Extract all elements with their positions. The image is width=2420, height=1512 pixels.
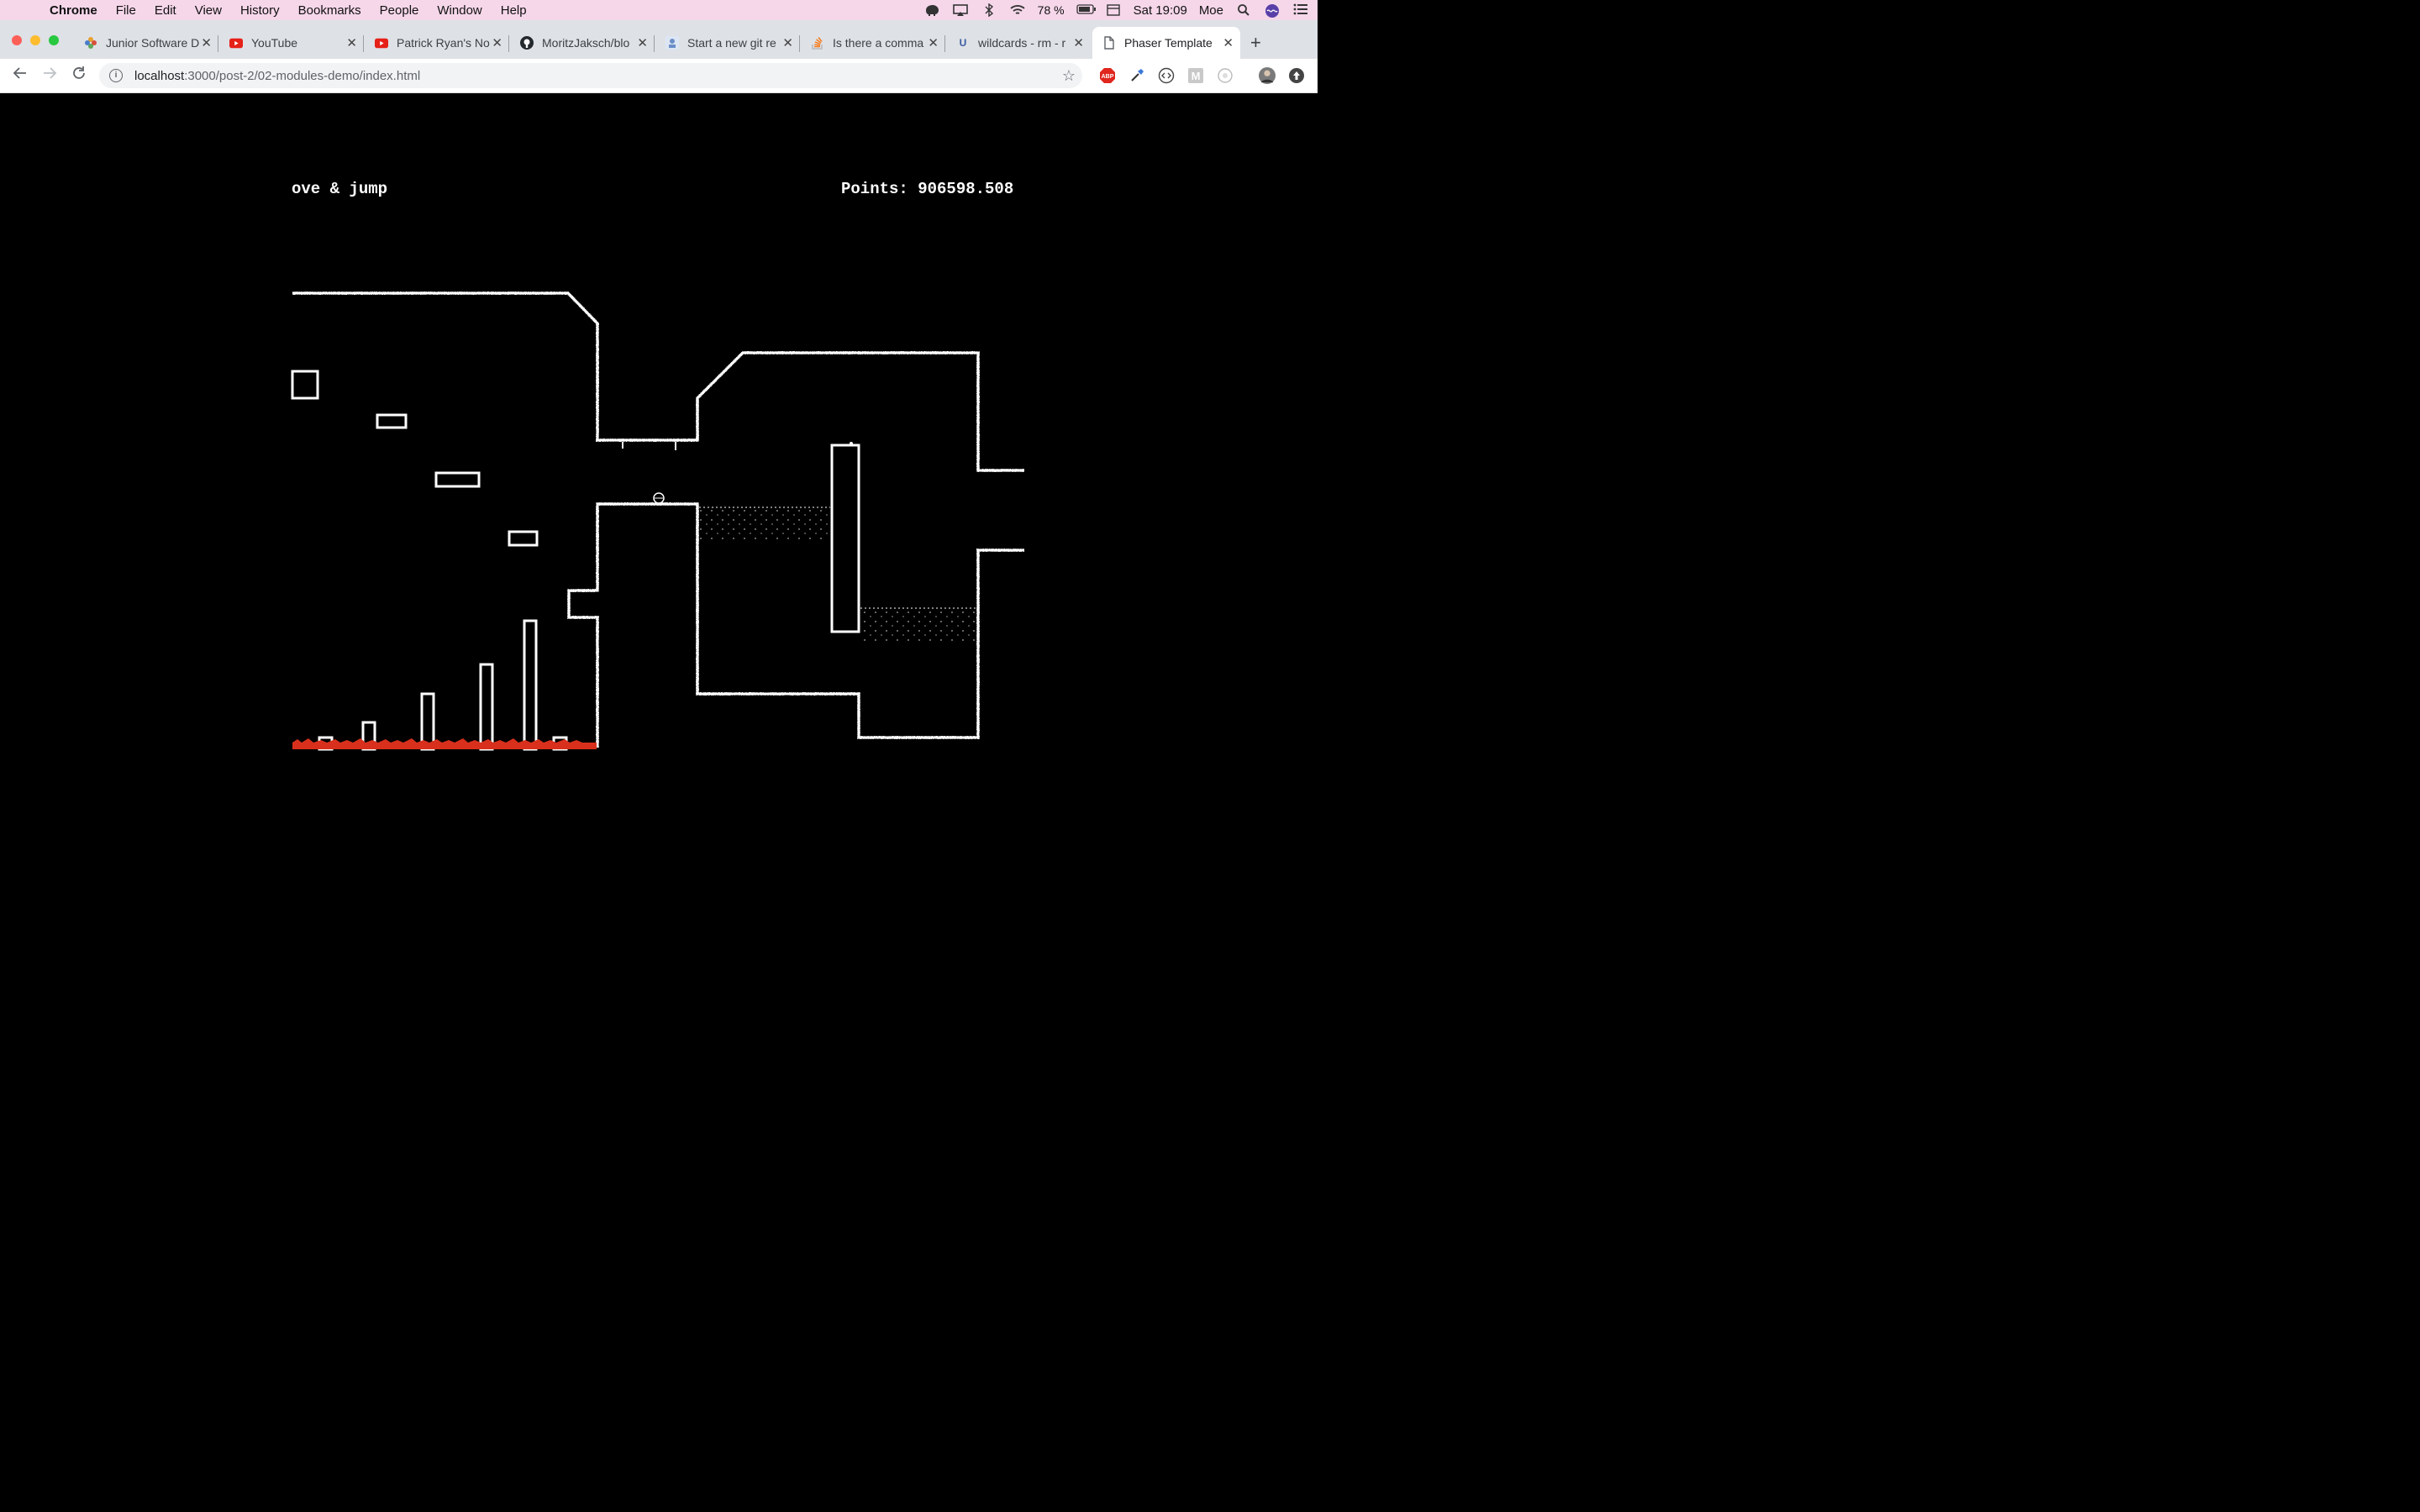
tab-title: Is there a comma xyxy=(833,36,924,50)
ceiling-drips xyxy=(622,442,853,450)
address-bar[interactable]: i localhost:3000/post-2/02-modules-demo/… xyxy=(99,63,1082,88)
stackoverflow-icon xyxy=(811,36,824,50)
menu-history[interactable]: History xyxy=(240,3,280,18)
window-minimize-button[interactable] xyxy=(30,35,40,45)
address-url[interactable]: localhost:3000/post-2/02-modules-demo/in… xyxy=(134,69,420,83)
points-counter: Points: 906598.508 xyxy=(841,180,1014,198)
youtube-icon xyxy=(375,36,388,50)
instructions-text: ove & jump xyxy=(292,180,388,198)
battery-percentage: 78 % xyxy=(1037,3,1065,17)
svg-text:ABP: ABP xyxy=(1102,74,1114,80)
tab-close-icon[interactable]: ✕ xyxy=(928,35,939,50)
github-icon xyxy=(520,36,534,50)
back-icon[interactable] xyxy=(10,66,30,85)
eyedropper-icon[interactable] xyxy=(1128,67,1145,84)
adblock-plus-icon[interactable]: ABP xyxy=(1099,67,1116,84)
tab-title: MoritzJaksch/blo xyxy=(542,36,630,50)
tab-close-icon[interactable]: ✕ xyxy=(201,35,212,50)
menu-app-chrome[interactable]: Chrome xyxy=(50,3,97,18)
browser-tab[interactable]: U wildcards - rm - r ✕ xyxy=(946,27,1091,59)
menu-help[interactable]: Help xyxy=(501,3,527,18)
window-zoom-button[interactable] xyxy=(49,35,59,45)
profile-avatar[interactable] xyxy=(1259,67,1276,84)
macos-menu-bar: Chrome File Edit View History Bookmarks … xyxy=(0,0,1318,20)
lava-floor xyxy=(292,738,597,749)
bluetooth-icon[interactable] xyxy=(981,3,997,18)
menu-people[interactable]: People xyxy=(380,3,419,18)
ghost-icon[interactable] xyxy=(1217,67,1234,84)
wifi-icon[interactable] xyxy=(1009,3,1026,17)
tab-title: Phaser Template xyxy=(1124,36,1213,50)
tab-title: YouTube xyxy=(251,36,298,50)
tab-close-icon[interactable]: ✕ xyxy=(1073,35,1084,50)
tab-title: Start a new git re xyxy=(687,36,776,50)
level-walls xyxy=(291,291,1024,751)
update-icon[interactable] xyxy=(1288,67,1305,84)
menu-view[interactable]: View xyxy=(195,3,222,18)
page-icon xyxy=(1102,36,1116,50)
tab-title: Junior Software D xyxy=(106,36,200,50)
forward-icon[interactable] xyxy=(39,66,60,85)
menubar-clock[interactable]: Sat 19:09 xyxy=(1134,3,1187,18)
game-level xyxy=(291,291,1024,751)
calendar-icon[interactable] xyxy=(1105,3,1122,17)
new-tab-button[interactable]: + xyxy=(1250,32,1261,54)
blog-icon xyxy=(666,36,679,50)
tab-close-icon[interactable]: ✕ xyxy=(1223,35,1234,50)
spotlight-search-icon[interactable] xyxy=(1235,3,1252,17)
browser-tab[interactable]: Start a new git re ✕ xyxy=(655,27,800,59)
battery-icon[interactable] xyxy=(1076,3,1096,17)
menu-window[interactable]: Window xyxy=(437,3,481,18)
unix-linux-icon: U xyxy=(959,37,967,49)
notification-center-icon[interactable] xyxy=(1292,3,1309,17)
player-character xyxy=(653,492,665,504)
browser-toolbar: i localhost:3000/post-2/02-modules-demo/… xyxy=(0,59,1318,93)
tab-title: wildcards - rm - r xyxy=(978,36,1066,50)
phaser-game-canvas[interactable]: ove & jump Points: 906598.508 xyxy=(0,93,1318,823)
browser-tab[interactable]: MoritzJaksch/blo ✕ xyxy=(510,27,655,59)
tab-close-icon[interactable]: ✕ xyxy=(346,35,357,50)
menu-file[interactable]: File xyxy=(116,3,136,18)
airplay-icon[interactable] xyxy=(952,3,969,17)
menu-bookmarks[interactable]: Bookmarks xyxy=(298,3,361,18)
tab-close-icon[interactable]: ✕ xyxy=(637,35,648,50)
menubar-user[interactable]: Moe xyxy=(1199,3,1223,18)
site-info-icon[interactable]: i xyxy=(109,69,123,82)
menu-edit[interactable]: Edit xyxy=(155,3,176,18)
youtube-icon xyxy=(229,36,243,50)
water-pool xyxy=(860,607,976,643)
browser-tab[interactable]: Patrick Ryan's No ✕ xyxy=(365,27,509,59)
browser-tab-strip: Junior Software D ✕ YouTube ✕ Patrick Ry… xyxy=(0,20,1318,59)
window-close-button[interactable] xyxy=(12,35,22,45)
tab-title: Patrick Ryan's No xyxy=(397,36,490,50)
browser-tab[interactable]: Is there a comma ✕ xyxy=(801,27,945,59)
evernote-elephant-icon[interactable] xyxy=(923,3,940,17)
reload-icon[interactable] xyxy=(69,66,89,85)
bookmark-star-icon[interactable]: ☆ xyxy=(1062,67,1076,85)
siri-icon[interactable] xyxy=(1264,3,1281,18)
browser-tab-active[interactable]: Phaser Template ✕ xyxy=(1092,27,1240,59)
pinwheel-icon xyxy=(84,36,97,50)
browser-tab[interactable]: YouTube ✕ xyxy=(219,27,364,59)
tab-close-icon[interactable]: ✕ xyxy=(492,35,502,50)
code-icon[interactable] xyxy=(1158,67,1175,84)
m-icon[interactable]: M xyxy=(1187,67,1204,84)
svg-text:M: M xyxy=(1192,70,1201,82)
browser-tab[interactable]: Junior Software D ✕ xyxy=(74,27,218,59)
tab-close-icon[interactable]: ✕ xyxy=(782,35,793,50)
water-pool xyxy=(699,507,830,542)
